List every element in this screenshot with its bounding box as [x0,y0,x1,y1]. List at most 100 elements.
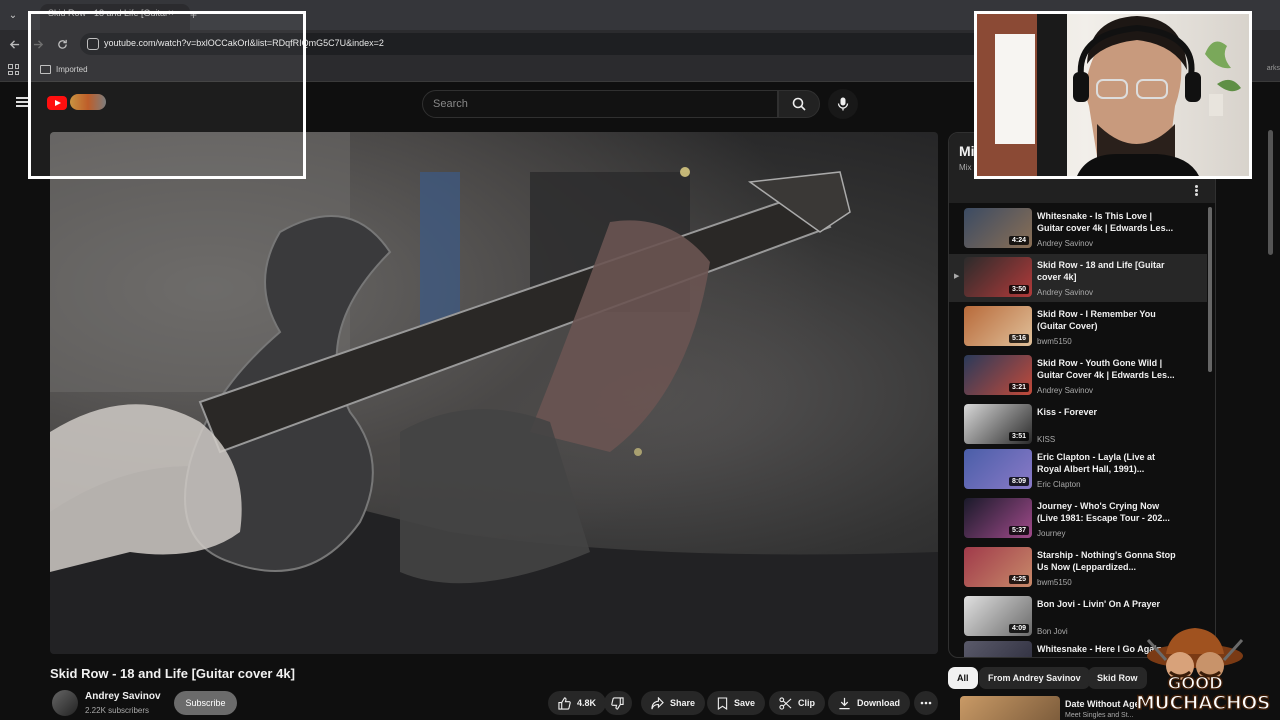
duration-badge: 4:25 [1008,575,1029,584]
playlist-thumbnail[interactable]: 3:51 [964,404,1032,444]
streamer-webcam [974,11,1252,179]
recommendation-title[interactable]: Date Without Age [1065,699,1140,709]
playlist-thumbnail[interactable]: 4:25 [964,547,1032,587]
playlist-item[interactable]: 5:37 Journey - Who's Crying Now (Live 198… [949,495,1207,543]
download-button[interactable]: Download [828,691,910,715]
microphone-icon [837,97,849,111]
more-actions-button[interactable] [914,691,938,715]
playlist-item-channel: Bon Jovi [1037,627,1068,636]
playlist-item-channel: Andrey Savinov [1037,386,1094,395]
thumbs-down-icon [611,696,624,710]
playlist-item-title[interactable]: Eric Clapton - Layla (Live at Royal Albe… [1037,451,1177,475]
duration-badge: 5:37 [1008,526,1029,535]
page-scrollbar[interactable] [1268,130,1273,255]
subscribe-button[interactable]: Subscribe [174,691,237,715]
now-playing-indicator-icon: ▶ [954,273,960,280]
playlist-item-channel: Andrey Savinov [1037,239,1094,248]
playlist-item-title[interactable]: Bon Jovi - Livin' On A Prayer [1037,598,1177,610]
search-placeholder: Search [433,98,468,110]
clip-label: Clip [798,698,815,708]
playlist-item-title[interactable]: Skid Row - I Remember You (Guitar Cover) [1037,308,1177,332]
like-button[interactable]: 4.8K [548,691,607,715]
playlist-item-channel: bwm5150 [1037,578,1072,587]
playlist-item-channel: Eric Clapton [1037,480,1081,489]
scissors-icon [779,696,792,710]
playlist-panel: Mi Mix 4:24 Whitesnake - Is This Love | G… [948,132,1216,658]
playlist-item-title[interactable]: Kiss - Forever [1037,406,1177,418]
playlist-thumbnail[interactable]: 5:37 [964,498,1032,538]
save-label: Save [734,698,756,708]
more-horizontal-icon [920,701,932,705]
voice-search-button[interactable] [828,89,858,119]
playlist-thumbnail[interactable]: 3:21 [964,355,1032,395]
highlight-frame [28,11,306,179]
playlist-item-channel: bwm5150 [1037,337,1072,346]
share-icon [651,696,664,709]
search-input[interactable]: Search [422,90,778,118]
playlist-thumbnail[interactable]: 5:16 [964,306,1032,346]
dislike-button[interactable] [604,691,632,715]
channel-avatar[interactable] [52,690,78,716]
duration-badge: 3:50 [1008,285,1029,294]
good-muchachos-logo: GOOD MUCHACHOS [1135,626,1271,720]
playlist-thumbnail[interactable]: 3:50 [964,257,1032,297]
playlist-thumbnail[interactable]: 4:09 [964,596,1032,636]
duration-badge: 5:16 [1008,334,1029,343]
bookmark-icon [717,696,728,710]
duration-badge: 4:09 [1008,624,1029,633]
playlist-item[interactable]: 5:16 Skid Row - I Remember You (Guitar Co… [949,303,1207,351]
playlist-menu-icon[interactable] [1195,185,1199,197]
share-label: Share [670,698,696,708]
playlist-item[interactable]: 3:51 Kiss - Forever KISS [949,401,1207,449]
playlist-item-title[interactable]: Journey - Who's Crying Now (Live 1981: E… [1037,500,1177,524]
playlist-item-title[interactable]: Skid Row - Youth Gone Wild | Guitar Cove… [1037,357,1177,381]
webcam-feed [977,14,1241,176]
hamburger-menu-icon[interactable] [16,97,28,107]
clip-button[interactable]: Clip [769,691,825,715]
playlist-item-title[interactable]: Starship - Nothing's Gonna Stop Us Now (… [1037,549,1177,573]
playlist-thumbnail[interactable]: 4:24 [964,208,1032,248]
download-label: Download [857,698,900,708]
tab-search-chevron-icon[interactable]: ⌄ [4,6,22,24]
duration-badge: 3:21 [1008,383,1029,392]
playlist-thumbnail[interactable] [964,641,1032,657]
chip-from-andrey-savinov[interactable]: From Andrey Savinov [979,667,1090,689]
duration-badge: 3:51 [1008,432,1029,441]
recommendation-thumbnail[interactable] [960,696,1060,720]
video-frame-guitar [50,132,938,654]
like-count: 4.8K [577,698,597,708]
playlist-item[interactable]: ▶ 3:50 Skid Row - 18 and Life [Guitar cove… [949,254,1207,302]
playlist-item[interactable]: 8:09 Eric Clapton - Layla (Live at Royal … [949,446,1207,494]
apps-grid-icon[interactable] [8,64,19,75]
video-player[interactable] [50,132,938,654]
playlist-item-channel: KISS [1037,435,1056,444]
thumbs-up-icon [558,696,571,710]
playlist-title: Mi [959,143,975,159]
back-arrow-icon[interactable] [6,36,22,52]
playlist-item-title[interactable]: Whitesnake - Is This Love | Guitar cover… [1037,210,1177,234]
recommendation-subtitle: Meet Singles and St... [1065,712,1134,719]
screen: ⌄ Skid Row - 18 and Life [Guitar × + you… [0,0,1280,720]
video-title: Skid Row - 18 and Life [Guitar cover 4k] [50,666,295,681]
all-bookmarks-label[interactable]: arks [1267,65,1280,72]
playlist-thumbnail[interactable]: 8:09 [964,449,1032,489]
playlist-item[interactable]: 4:25 Starship - Nothing's Gonna Stop Us N… [949,544,1207,592]
subscriber-count: 2.22K subscribers [85,706,150,715]
playlist-item[interactable]: 3:21 Skid Row - Youth Gone Wild | Guitar … [949,352,1207,400]
playlist-subtitle: Mix [959,163,972,172]
playlist-item-title[interactable]: Skid Row - 18 and Life [Guitar cover 4k] [1037,259,1177,283]
search-button[interactable] [778,90,820,118]
search-icon [792,97,806,111]
watermark-line1: GOOD [1167,673,1224,695]
chip-all[interactable]: All [948,667,978,689]
download-icon [839,697,850,709]
share-button[interactable]: Share [641,691,706,715]
channel-name[interactable]: Andrey Savinov [85,691,161,702]
playlist-item-channel: Andrey Savinov [1037,288,1094,297]
duration-badge: 8:09 [1008,477,1029,486]
playlist-item[interactable]: 4:24 Whitesnake - Is This Love | Guitar c… [949,205,1207,253]
playlist-scrollbar[interactable] [1207,207,1213,647]
watermark-line2: MUCHACHOS [1135,691,1271,715]
save-button[interactable]: Save [707,691,766,715]
playlist-item-channel: Journey [1037,529,1066,538]
